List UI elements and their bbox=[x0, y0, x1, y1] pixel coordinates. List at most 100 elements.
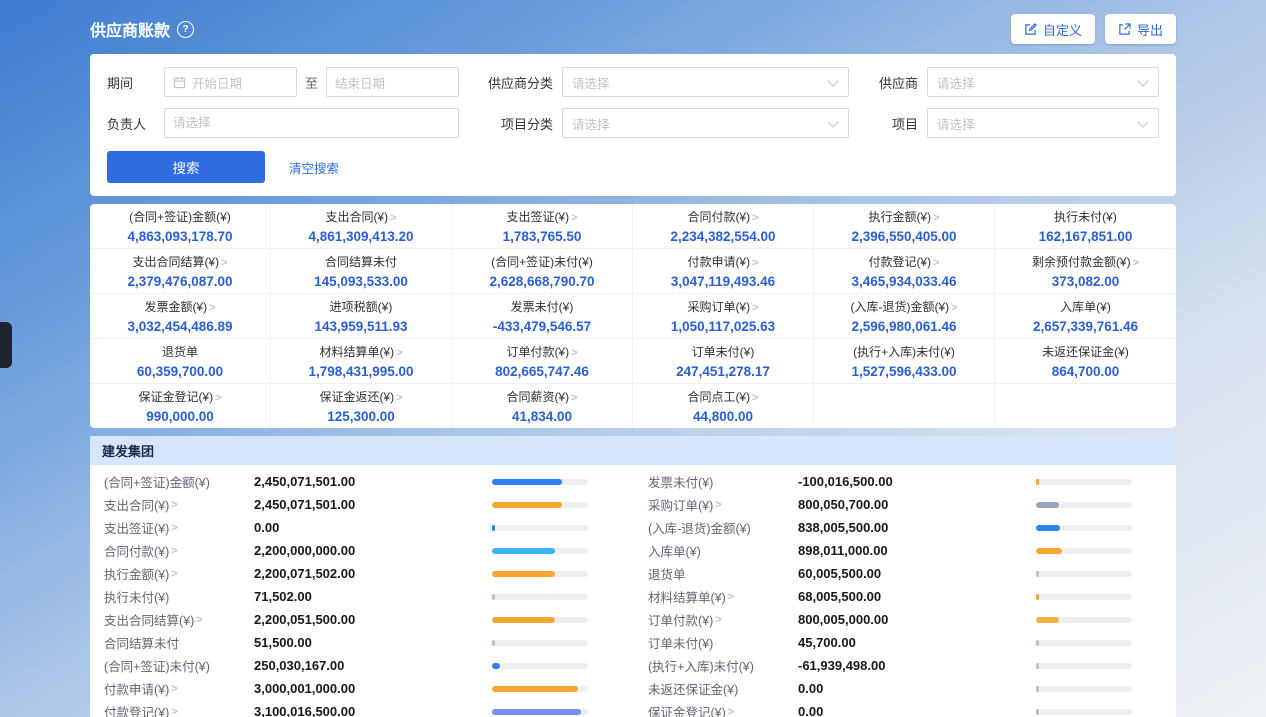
metric-bar bbox=[1036, 479, 1132, 485]
summary-cell-label: 付款申请(¥)> bbox=[637, 253, 809, 270]
metric-bar-fill bbox=[492, 571, 555, 577]
metric-row: 入库单(¥) 898,011,000.00 bbox=[648, 539, 1162, 562]
summary-cell[interactable]: 保证金返还(¥)> 125,300.00 bbox=[271, 384, 452, 428]
project-label: 项目 bbox=[873, 114, 918, 133]
supplier-category-placeholder: 请选择 bbox=[572, 73, 610, 92]
metric-label-text: 未返还保证金(¥) bbox=[648, 679, 738, 698]
project-select[interactable]: 请选择 bbox=[927, 108, 1159, 138]
search-button[interactable]: 搜索 bbox=[107, 151, 265, 183]
summary-cell[interactable]: 支出合同结算(¥)> 2,379,476,087.00 bbox=[90, 249, 271, 294]
metric-label: 未返还保证金(¥) bbox=[648, 679, 798, 698]
summary-cell[interactable]: 订单付款(¥)> 802,665,747.46 bbox=[452, 339, 633, 384]
summary-cell[interactable]: 合同点工(¥)> 44,800.00 bbox=[633, 384, 814, 428]
summary-cell-value: 60,359,700.00 bbox=[94, 364, 266, 379]
side-drawer-handle[interactable] bbox=[0, 322, 12, 368]
summary-cell-value: 41,834.00 bbox=[456, 409, 628, 424]
summary-cell[interactable]: 合同付款(¥)> 2,234,382,554.00 bbox=[633, 204, 814, 249]
summary-cell: 发票未付(¥) -433,479,546.57 bbox=[452, 294, 633, 339]
metric-label[interactable]: 支出签证(¥)> bbox=[104, 518, 254, 537]
metric-label[interactable]: 付款登记(¥)> bbox=[104, 702, 254, 717]
summary-cell-value: 802,665,747.46 bbox=[456, 364, 628, 379]
metric-label[interactable]: 支出合同结算(¥)> bbox=[104, 610, 254, 629]
metric-value: 2,200,000,000.00 bbox=[254, 543, 492, 558]
summary-cell[interactable]: 支出签证(¥)> 1,783,765.50 bbox=[452, 204, 633, 249]
metric-row: 未返还保证金(¥) 0.00 bbox=[648, 677, 1162, 700]
summary-cell[interactable]: 付款申请(¥)> 3,047,119,493.46 bbox=[633, 249, 814, 294]
metric-row: 合同付款(¥)> 2,200,000,000.00 bbox=[104, 539, 618, 562]
metric-row: 材料结算单(¥)> 68,005,500.00 bbox=[648, 585, 1162, 608]
metric-label[interactable]: 材料结算单(¥)> bbox=[648, 587, 798, 606]
summary-cell[interactable]: 支出合同(¥)> 4,861,309,413.20 bbox=[271, 204, 452, 249]
metric-bar bbox=[492, 686, 588, 692]
end-date-placeholder: 结束日期 bbox=[335, 73, 385, 92]
summary-cell[interactable]: 合同薪资(¥)> 41,834.00 bbox=[452, 384, 633, 428]
metric-bar bbox=[492, 479, 588, 485]
summary-cell[interactable]: 保证金登记(¥)> 990,000.00 bbox=[90, 384, 271, 428]
owner-field: 负责人 bbox=[107, 108, 459, 138]
metric-bar bbox=[492, 525, 588, 531]
project-category-select[interactable]: 请选择 bbox=[562, 108, 849, 138]
link-chevron-icon: > bbox=[221, 257, 227, 269]
summary-cell: 订单未付(¥) 247,451,278.17 bbox=[633, 339, 814, 384]
metric-value: 2,450,071,501.00 bbox=[254, 497, 492, 512]
metric-bar-fill bbox=[1036, 640, 1039, 646]
metric-label[interactable]: 保证金登记(¥)> bbox=[648, 702, 798, 717]
summary-cell[interactable]: 剩余预付款金额(¥)> 373,082.00 bbox=[995, 249, 1176, 294]
metric-label: (合同+签证)金额(¥) bbox=[104, 472, 254, 491]
metric-bar-fill bbox=[492, 525, 495, 531]
owner-input[interactable] bbox=[164, 108, 459, 138]
summary-cell[interactable]: 执行金额(¥)> 2,396,550,405.00 bbox=[814, 204, 995, 249]
summary-cell-value: -433,479,546.57 bbox=[456, 319, 628, 334]
link-chevron-icon: > bbox=[571, 392, 577, 404]
metric-label-text: 采购订单(¥) bbox=[648, 495, 713, 514]
summary-cell-label-text: 支出签证(¥) bbox=[506, 210, 569, 224]
summary-cell-label-text: 进项税额(¥) bbox=[330, 300, 393, 314]
summary-grid: (合同+签证)金额(¥) 4,863,093,178.70 支出合同(¥)> 4… bbox=[90, 204, 1176, 428]
metric-value: 3,100,016,500.00 bbox=[254, 704, 492, 717]
end-date-input[interactable]: 结束日期 bbox=[326, 67, 459, 97]
summary-cell[interactable]: 材料结算单(¥)> 1,798,431,995.00 bbox=[271, 339, 452, 384]
metric-value: 51,500.00 bbox=[254, 635, 492, 650]
summary-cell-label-text: (入库-退货)金额(¥) bbox=[850, 300, 949, 314]
summary-cell-label-text: 付款登记(¥) bbox=[868, 255, 931, 269]
summary-cell: 入库单(¥) 2,657,339,761.46 bbox=[995, 294, 1176, 339]
link-chevron-icon: > bbox=[171, 568, 177, 580]
summary-cell-label-text: (合同+签证)金额(¥) bbox=[129, 210, 231, 224]
supplier-category-field: 供应商分类 请选择 bbox=[483, 67, 849, 97]
summary-cell[interactable]: (入库-退货)金额(¥)> 2,596,980,061.46 bbox=[814, 294, 995, 339]
link-chevron-icon: > bbox=[396, 347, 402, 359]
metric-label[interactable]: 订单付款(¥)> bbox=[648, 610, 798, 629]
supplier-select[interactable]: 请选择 bbox=[927, 67, 1159, 97]
export-button[interactable]: 导出 bbox=[1105, 14, 1176, 44]
summary-cell[interactable]: 采购订单(¥)> 1,050,117,025.63 bbox=[633, 294, 814, 339]
metric-label[interactable]: 采购订单(¥)> bbox=[648, 495, 798, 514]
metric-value: 800,050,700.00 bbox=[798, 497, 1036, 512]
metric-value: -100,016,500.00 bbox=[798, 474, 1036, 489]
metric-row: 支出签证(¥)> 0.00 bbox=[104, 516, 618, 539]
summary-cell[interactable]: 发票金额(¥)> 3,032,454,486.89 bbox=[90, 294, 271, 339]
summary-cell-label: 发票金额(¥)> bbox=[94, 298, 266, 315]
metric-bar-fill bbox=[492, 709, 581, 715]
metric-value: 71,502.00 bbox=[254, 589, 492, 604]
metric-label[interactable]: 支出合同(¥)> bbox=[104, 495, 254, 514]
metric-label[interactable]: 付款申请(¥)> bbox=[104, 679, 254, 698]
metric-label-text: 入库单(¥) bbox=[648, 541, 701, 560]
metric-label: 发票未付(¥) bbox=[648, 472, 798, 491]
summary-cell-label: 进项税额(¥) bbox=[275, 298, 447, 315]
summary-cell-label: 发票未付(¥) bbox=[456, 298, 628, 315]
metric-label[interactable]: 合同付款(¥)> bbox=[104, 541, 254, 560]
summary-cell-value: 143,959,511.93 bbox=[275, 319, 447, 334]
summary-cell-label-text: 合同薪资(¥) bbox=[506, 390, 569, 404]
customize-button[interactable]: 自定义 bbox=[1011, 14, 1095, 44]
summary-cell[interactable]: 付款登记(¥)> 3,465,934,033.46 bbox=[814, 249, 995, 294]
link-chevron-icon: > bbox=[171, 706, 177, 717]
link-chevron-icon: > bbox=[171, 499, 177, 511]
start-date-input[interactable]: 开始日期 bbox=[164, 67, 297, 97]
metric-value: 2,200,071,502.00 bbox=[254, 566, 492, 581]
metric-bar-fill bbox=[1036, 594, 1039, 600]
metric-label[interactable]: 执行金额(¥)> bbox=[104, 564, 254, 583]
help-icon[interactable]: ? bbox=[177, 21, 194, 38]
summary-cell: 执行未付(¥) 162,167,851.00 bbox=[995, 204, 1176, 249]
clear-search-link[interactable]: 清空搜索 bbox=[289, 158, 339, 177]
supplier-category-select[interactable]: 请选择 bbox=[562, 67, 849, 97]
